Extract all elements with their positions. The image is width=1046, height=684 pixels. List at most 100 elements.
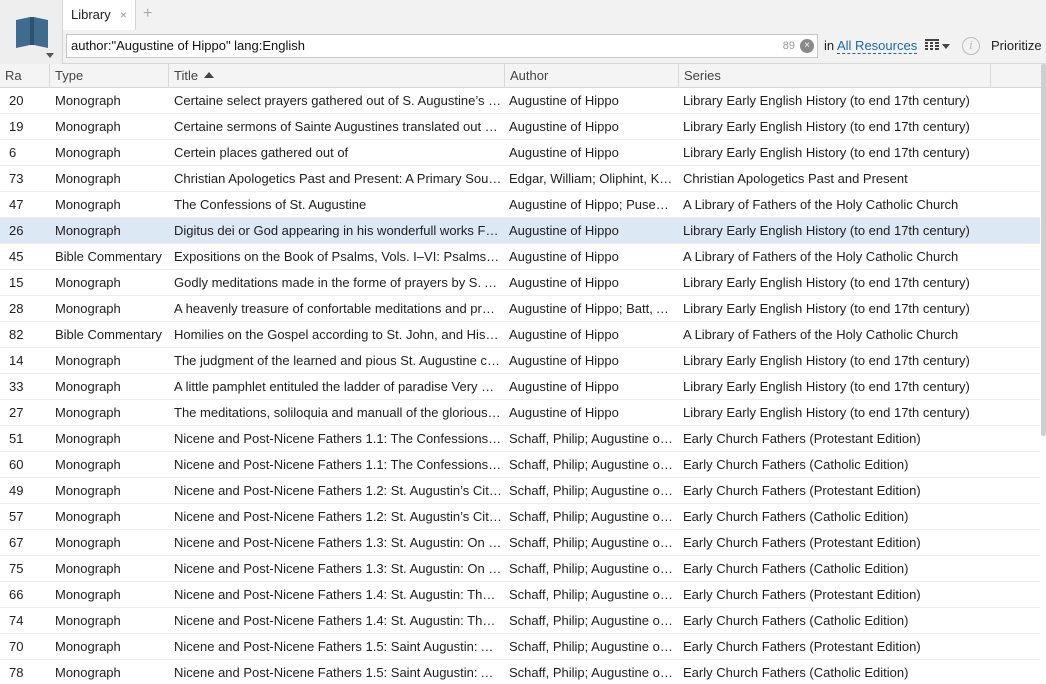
cell-author: Augustine of Hippo xyxy=(509,223,619,238)
table-row[interactable]: 45 Bible Commentary Expositions on the Boo… xyxy=(0,244,1040,270)
cell-rank: 47 xyxy=(9,197,24,212)
cell-rank: 6 xyxy=(9,145,17,160)
table-row[interactable]: 82 Bible Commentary Homilies on the Gospel… xyxy=(0,322,1040,348)
table-row[interactable]: 66 Monograph Nicene and Post-Nicene Father… xyxy=(0,582,1040,608)
cell-title: Certaine select prayers gathered out of … xyxy=(174,93,502,108)
cell-type: Monograph xyxy=(55,275,121,290)
cell-rank: 82 xyxy=(9,327,24,342)
table-row[interactable]: 28 Monograph A heavenly treasure of confor… xyxy=(0,296,1040,322)
search-query[interactable]: author:"Augustine of Hippo" lang:English xyxy=(71,38,305,53)
view-grid-icon[interactable] xyxy=(925,39,939,52)
tab-library[interactable]: Library × xyxy=(62,0,136,30)
cell-title: Nicene and Post-Nicene Fathers 1.4: St. … xyxy=(174,587,502,602)
table-row[interactable]: 73 Monograph Christian Apologetics Past an… xyxy=(0,166,1040,192)
cell-author: Augustine of Hippo; Pusey, E. B. xyxy=(509,197,674,212)
table-row[interactable]: 47 Monograph The Confessions of St. August… xyxy=(0,192,1040,218)
cell-title: Nicene and Post-Nicene Fathers 1.1: The … xyxy=(174,431,502,446)
cell-rank: 60 xyxy=(9,457,24,472)
cell-author: Schaff, Philip; Augustine of Hippo xyxy=(509,665,674,680)
cell-author: Schaff, Philip; Augustine of Hippo xyxy=(509,483,674,498)
scope-label: in xyxy=(824,38,835,53)
cell-author: Augustine of Hippo xyxy=(509,119,619,134)
column-header-author[interactable]: Author xyxy=(505,64,679,88)
table-row[interactable]: 26 Monograph Digitus dei or God appearing … xyxy=(0,218,1040,244)
cell-title: Certaine sermons of Sainte Augustines tr… xyxy=(174,119,502,134)
table-row[interactable]: 19 Monograph Certaine sermons of Sainte Au… xyxy=(0,114,1040,140)
column-header-title[interactable]: Title xyxy=(169,64,505,88)
table-row[interactable]: 51 Monograph Nicene and Post-Nicene Father… xyxy=(0,426,1040,452)
cell-title: Nicene and Post-Nicene Fathers 1.3: St. … xyxy=(174,535,502,550)
close-icon[interactable]: × xyxy=(120,8,127,22)
table-row[interactable]: 57 Monograph Nicene and Post-Nicene Father… xyxy=(0,504,1040,530)
cell-title: Nicene and Post-Nicene Fathers 1.4: St. … xyxy=(174,613,502,628)
column-header-series[interactable]: Series xyxy=(679,64,991,88)
add-tab-button[interactable]: + xyxy=(143,5,152,23)
column-label: Series xyxy=(684,68,721,83)
cell-series: Early Church Fathers (Protestant Edition… xyxy=(683,431,921,446)
cell-series: Early Church Fathers (Protestant Edition… xyxy=(683,587,921,602)
table-row[interactable]: 27 Monograph The meditations, soliloquia a… xyxy=(0,400,1040,426)
cell-type: Bible Commentary xyxy=(55,249,162,264)
cell-type: Monograph xyxy=(55,353,121,368)
cell-type: Monograph xyxy=(55,561,121,576)
cell-title: Godly meditations made in the forme of p… xyxy=(174,275,502,290)
cell-title: Certein places gathered out of xyxy=(174,145,349,160)
cell-series: A Library of Fathers of the Holy Catholi… xyxy=(683,327,959,342)
cell-series: Early Church Fathers (Catholic Edition) xyxy=(683,665,909,680)
chevron-down-icon[interactable] xyxy=(942,44,950,49)
cell-rank: 15 xyxy=(9,275,24,290)
cell-author: Augustine of Hippo xyxy=(509,275,619,290)
cell-series: Early Church Fathers (Protestant Edition… xyxy=(683,483,921,498)
cell-author: Augustine of Hippo xyxy=(509,93,619,108)
cell-title: Christian Apologetics Past and Present: … xyxy=(174,171,502,186)
table-row[interactable]: 33 Monograph A little pamphlet entituled t… xyxy=(0,374,1040,400)
cell-series: Early Church Fathers (Catholic Edition) xyxy=(683,509,909,524)
cell-series: Library Early English History (to end 17… xyxy=(683,119,970,134)
prioritize-button[interactable]: Prioritize xyxy=(991,38,1042,53)
cell-rank: 19 xyxy=(9,119,24,134)
column-header-rank[interactable]: Ra xyxy=(0,64,50,88)
table-row[interactable]: 67 Monograph Nicene and Post-Nicene Father… xyxy=(0,530,1040,556)
all-resources-link[interactable]: All Resources xyxy=(837,38,918,54)
clear-search-icon[interactable]: × xyxy=(800,39,814,53)
cell-author: Augustine of Hippo; Batt, Antony xyxy=(509,301,674,316)
cell-series: Library Early English History (to end 17… xyxy=(683,145,970,160)
cell-type: Monograph xyxy=(55,483,121,498)
column-header-type[interactable]: Type xyxy=(50,64,169,88)
search-input[interactable]: author:"Augustine of Hippo" lang:English… xyxy=(66,34,818,58)
cell-rank: 33 xyxy=(9,379,24,394)
table-row[interactable]: 6 Monograph Certein places gathered out of… xyxy=(0,140,1040,166)
table-row[interactable]: 74 Monograph Nicene and Post-Nicene Father… xyxy=(0,608,1040,634)
cell-author: Edgar, William; Oliphint, K. Scott xyxy=(509,171,674,186)
cell-type: Monograph xyxy=(55,587,121,602)
cell-author: Schaff, Philip; Augustine of Hippo xyxy=(509,535,674,550)
cell-rank: 67 xyxy=(9,535,24,550)
table-row[interactable]: 60 Monograph Nicene and Post-Nicene Father… xyxy=(0,452,1040,478)
table-row[interactable]: 78 Monograph Nicene and Post-Nicene Father… xyxy=(0,660,1040,684)
info-icon[interactable]: i xyxy=(962,37,980,55)
cell-title: Expositions on the Book of Psalms, Vols.… xyxy=(174,249,502,264)
cell-rank: 26 xyxy=(9,223,24,238)
cell-type: Monograph xyxy=(55,93,121,108)
table-row[interactable]: 70 Monograph Nicene and Post-Nicene Father… xyxy=(0,634,1040,660)
cell-series: Library Early English History (to end 17… xyxy=(683,379,970,394)
cell-title: A little pamphlet entituled the ladder o… xyxy=(174,379,502,394)
column-label: Title xyxy=(174,68,199,83)
table-row[interactable]: 14 Monograph The judgment of the learned a… xyxy=(0,348,1040,374)
table-row[interactable]: 15 Monograph Godly meditations made in the… xyxy=(0,270,1040,296)
cell-series: Early Church Fathers (Catholic Edition) xyxy=(683,613,909,628)
table-row[interactable]: 49 Monograph Nicene and Post-Nicene Father… xyxy=(0,478,1040,504)
cell-author: Schaff, Philip; Augustine of Hippo xyxy=(509,587,674,602)
cell-title: Homilies on the Gospel according to St. … xyxy=(174,327,502,342)
vertical-scrollbar[interactable] xyxy=(1041,64,1046,436)
table-row[interactable]: 20 Monograph Certaine select prayers gathe… xyxy=(0,88,1040,114)
cell-title: Nicene and Post-Nicene Fathers 1.5: Sain… xyxy=(174,665,502,680)
table-row[interactable]: 75 Monograph Nicene and Post-Nicene Father… xyxy=(0,556,1040,582)
column-label: Type xyxy=(55,68,84,83)
cell-rank: 70 xyxy=(9,639,24,654)
chevron-down-icon xyxy=(46,53,54,58)
cell-author: Schaff, Philip; Augustine of Hippo xyxy=(509,431,674,446)
library-menu-button[interactable] xyxy=(0,0,63,64)
cell-author: Augustine of Hippo xyxy=(509,145,619,160)
cell-type: Monograph xyxy=(55,197,121,212)
